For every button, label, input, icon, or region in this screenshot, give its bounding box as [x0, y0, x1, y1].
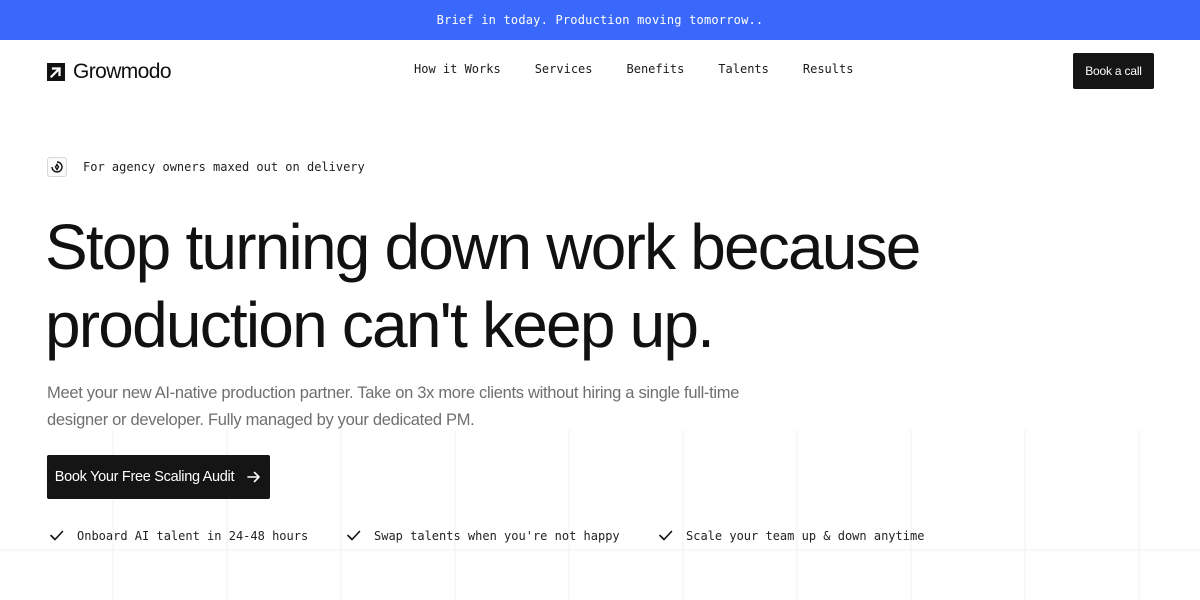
feature-text: Onboard AI talent in 24-48 hours — [77, 528, 309, 543]
feature-item: Swap talents when you're not happy — [346, 528, 620, 543]
nav-results[interactable]: Results — [803, 62, 854, 76]
announcement-bar: Brief in today. Production moving tomorr… — [0, 0, 1200, 40]
hero-headline: Stop turning down work because productio… — [45, 208, 1045, 364]
top-navigation: Growmodo How it Works Services Benefits … — [0, 40, 1200, 102]
feature-item: Scale your team up & down anytime — [658, 528, 924, 543]
nav-talents[interactable]: Talents — [718, 62, 769, 76]
book-a-call-button[interactable]: Book a call — [1073, 53, 1154, 89]
cta-label: Book Your Free Scaling Audit — [54, 469, 235, 485]
subtitle-line-2: designer or developer. Fully managed by … — [47, 411, 475, 429]
logo-arrow-icon — [47, 63, 65, 81]
logo[interactable]: Growmodo — [47, 60, 172, 84]
check-icon — [659, 530, 673, 541]
feature-list: Onboard AI talent in 24-48 hours Swap ta… — [49, 528, 1149, 546]
main-menu: How it Works Services Benefits Talents R… — [414, 62, 853, 76]
announcement-text: Brief in today. Production moving tomorr… — [436, 13, 764, 27]
nav-how-it-works[interactable]: How it Works — [414, 62, 501, 76]
spark-icon — [47, 157, 67, 177]
nav-benefits[interactable]: Benefits — [627, 62, 685, 76]
feature-text: Swap talents when you're not happy — [374, 528, 620, 543]
headline-line-2: production can't keep up. — [45, 289, 715, 361]
book-scaling-audit-button[interactable]: Book Your Free Scaling Audit — [47, 455, 270, 499]
check-icon — [50, 530, 64, 541]
headline-line-1: Stop turning down work because — [45, 211, 921, 283]
hero-subtitle: Meet your new AI-native production partn… — [47, 380, 787, 434]
nav-services[interactable]: Services — [535, 62, 593, 76]
tagline-text: For agency owners maxed out on delivery — [83, 160, 365, 174]
subtitle-line-1: Meet your new AI-native production partn… — [47, 384, 740, 402]
arrow-right-icon — [247, 471, 261, 483]
hero-tagline: For agency owners maxed out on delivery — [47, 157, 365, 177]
feature-item: Onboard AI talent in 24-48 hours — [49, 528, 308, 543]
feature-text: Scale your team up & down anytime — [686, 528, 925, 543]
check-icon — [347, 530, 361, 541]
logo-text: Growmodo — [73, 60, 172, 83]
